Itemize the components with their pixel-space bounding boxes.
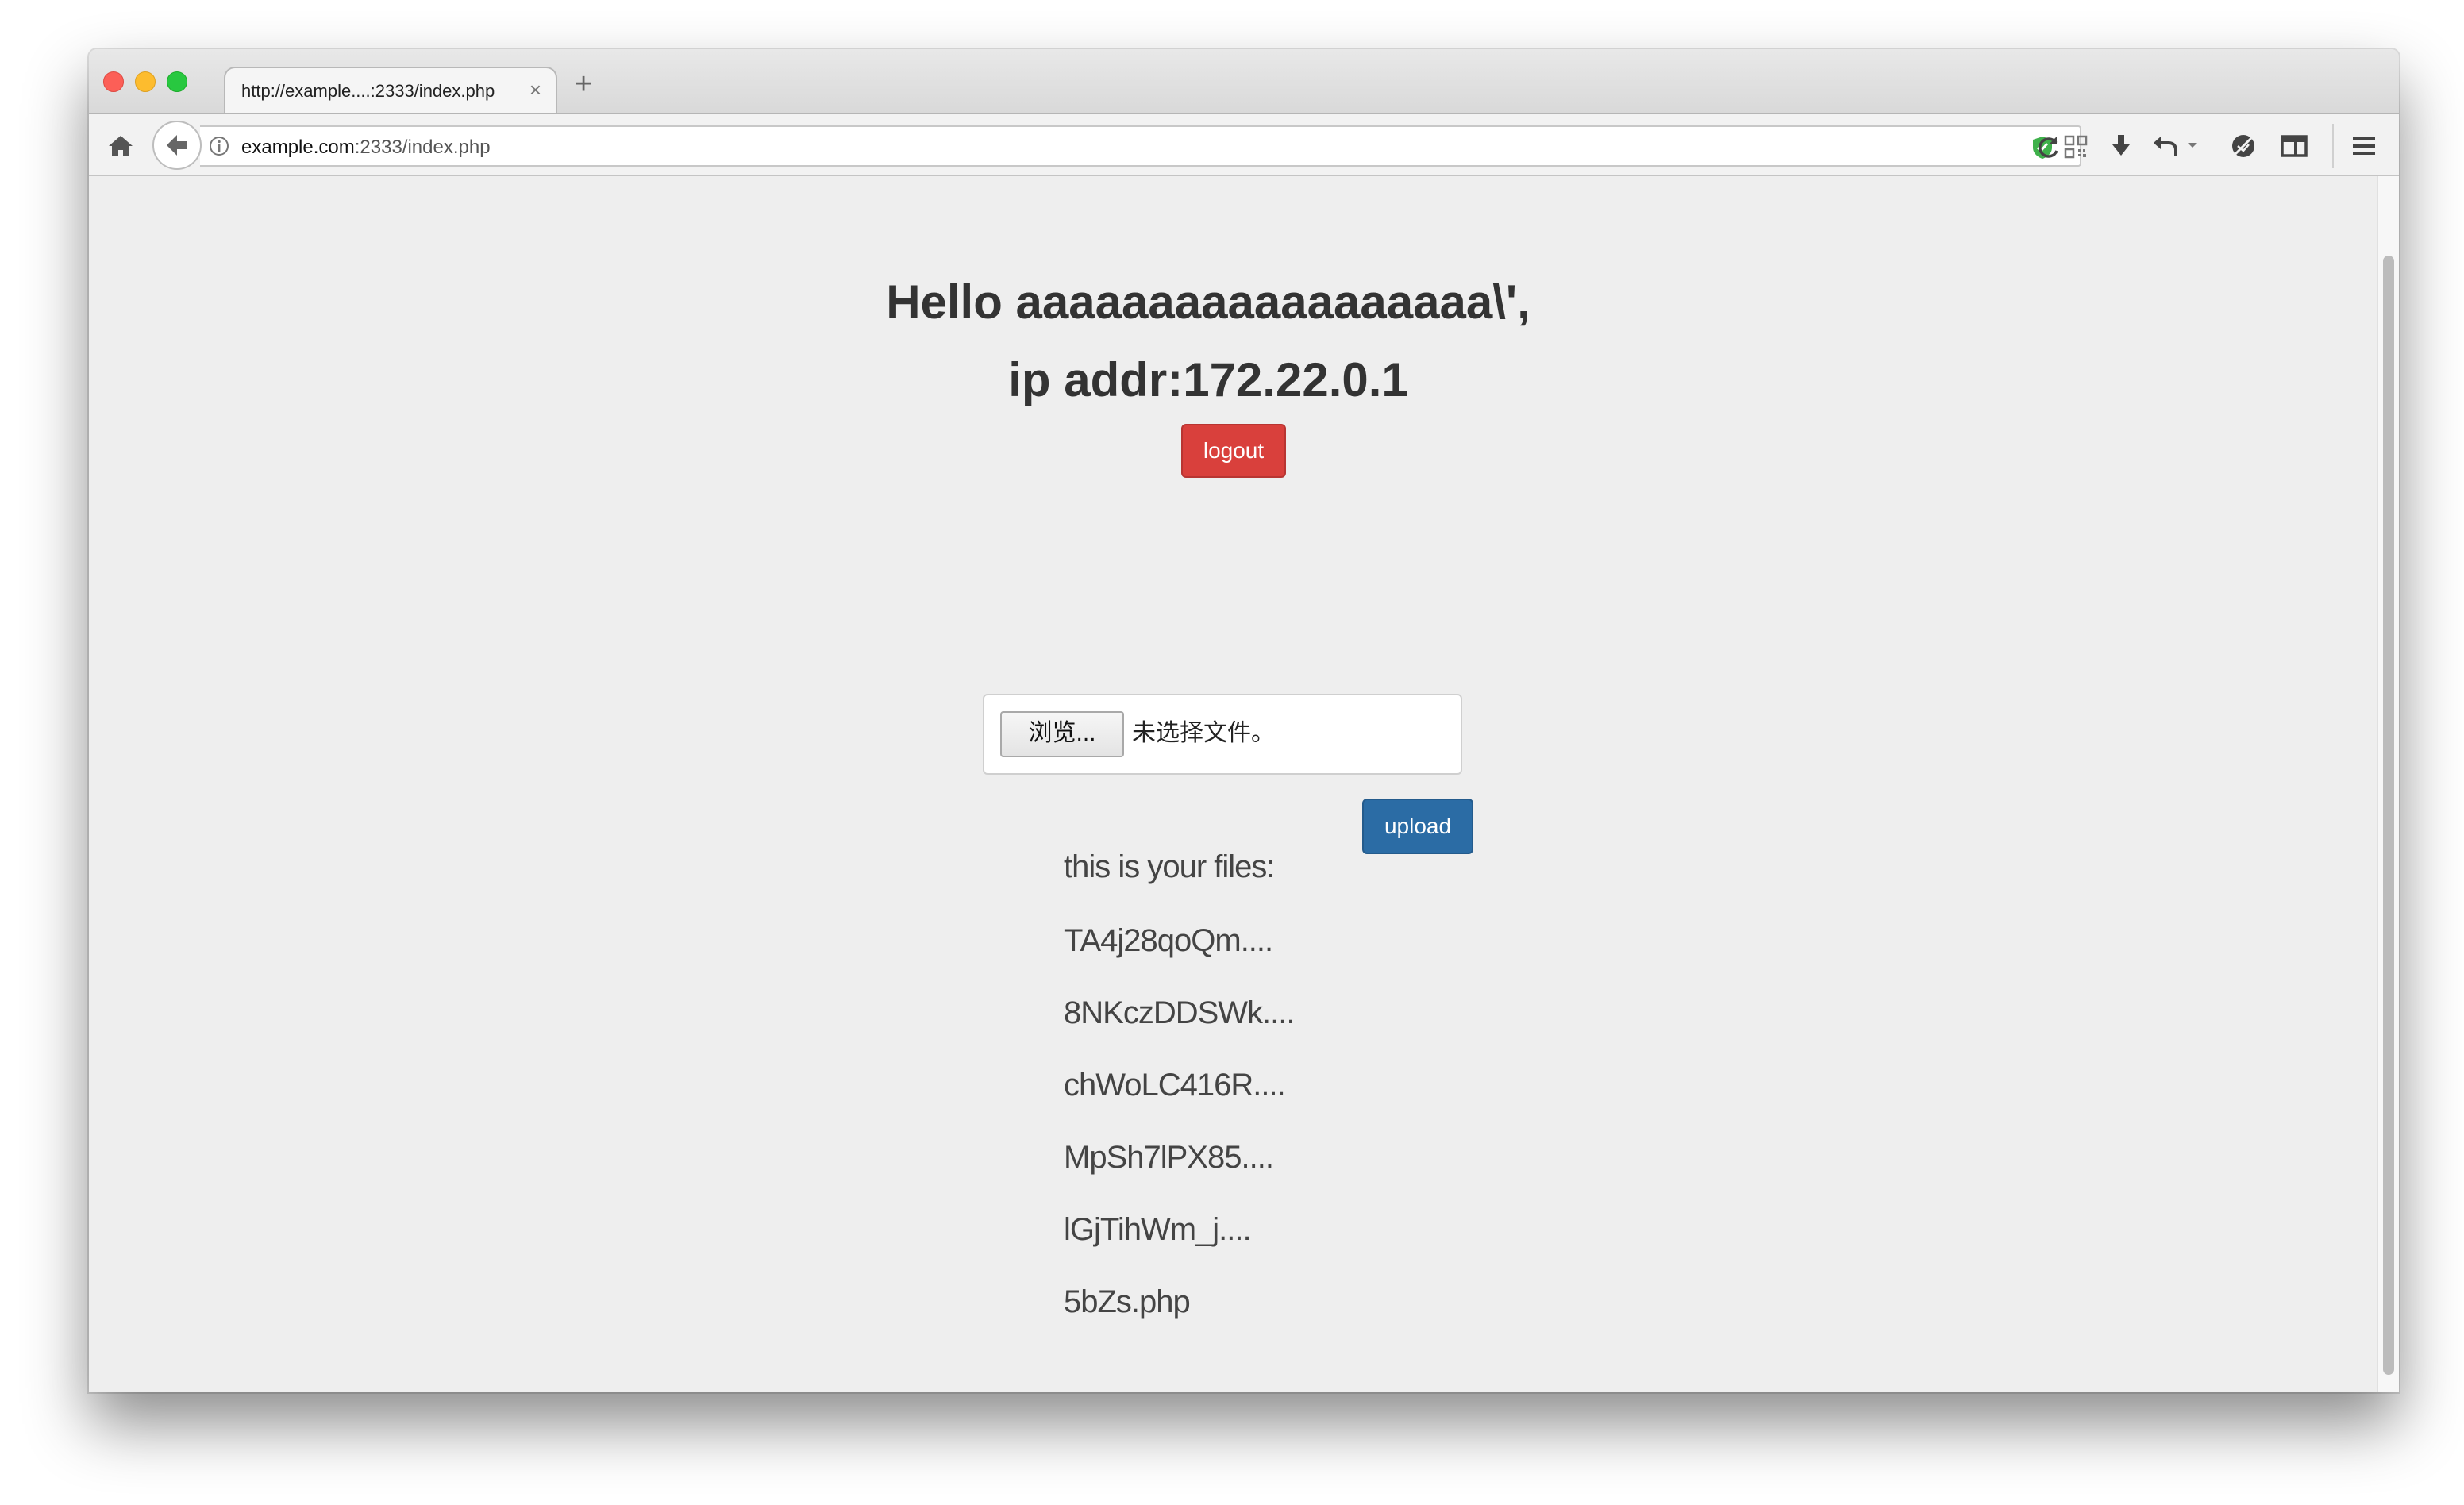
tab-close-icon[interactable]: × [529, 78, 541, 102]
list-item: MpSh7lPX85.... [1064, 1140, 1274, 1175]
page-content: Hello aaaaaaaaaaaaaaaaaa\', ip addr:172.… [89, 176, 2399, 1392]
home-icon[interactable] [105, 130, 137, 162]
navigation-toolbar: example.com:2333/index.php [89, 113, 2399, 176]
undo-icon[interactable] [2150, 130, 2181, 162]
file-list: TA4j28qoQm.... 8NKczDDSWk.... chWoLC416R… [1064, 921, 1295, 1354]
chevron-down-icon[interactable] [2185, 130, 2200, 162]
list-item: TA4j28qoQm.... [1064, 923, 1273, 958]
ip-address-line: ip addr:172.22.0.1 [1008, 353, 1408, 406]
list-item: 5bZs.php [1064, 1284, 1191, 1319]
browser-window: http://example....:2333/index.php × + ex… [89, 49, 2399, 1392]
download-icon[interactable] [2105, 130, 2137, 162]
hamburger-menu-icon[interactable] [2348, 130, 2380, 162]
scrollbar-thumb[interactable] [2383, 256, 2394, 1375]
tab-active[interactable]: http://example....:2333/index.php × [224, 67, 557, 113]
list-item: lGjTihWm_j.... [1064, 1212, 1252, 1247]
arrow-left-icon [167, 135, 187, 156]
sidebar-icon[interactable] [2278, 130, 2310, 162]
toolbar-divider [2332, 124, 2334, 168]
logout-button[interactable]: logout [1181, 424, 1286, 478]
new-tab-button[interactable]: + [575, 68, 592, 100]
back-button[interactable] [152, 121, 202, 170]
qr-code-icon[interactable] [2064, 135, 2088, 159]
reload-icon[interactable] [2032, 132, 2064, 164]
tab-title: http://example....:2333/index.php [241, 81, 495, 101]
url-bar[interactable]: example.com:2333/index.php [200, 125, 2088, 167]
url-host: example.com [241, 137, 355, 158]
pocket-icon[interactable] [2227, 130, 2259, 162]
browse-button[interactable]: 浏览... [1000, 711, 1124, 757]
close-window-button[interactable] [103, 71, 124, 92]
info-icon[interactable] [208, 135, 230, 157]
upload-button[interactable]: upload [1362, 799, 1473, 854]
list-item: chWoLC416R.... [1064, 1068, 1286, 1103]
zoom-window-button[interactable] [167, 71, 187, 92]
greeting-heading: Hello aaaaaaaaaaaaaaaaaa\', ip addr:172.… [89, 264, 2327, 419]
file-input[interactable]: 浏览... 未选择文件。 [983, 694, 1462, 775]
files-heading: this is your files: [1064, 849, 1276, 884]
greeting-line: Hello aaaaaaaaaaaaaaaaaa\', [886, 275, 1530, 329]
file-status-text: 未选择文件。 [1132, 720, 1275, 746]
url-text[interactable]: example.com:2333/index.php [241, 137, 491, 159]
minimize-window-button[interactable] [135, 71, 156, 92]
url-path: :2333/index.php [354, 137, 491, 158]
tab-bar: http://example....:2333/index.php × + [89, 49, 2399, 113]
vertical-scrollbar[interactable] [2377, 176, 2399, 1392]
list-item: 8NKczDDSWk.... [1064, 995, 1295, 1030]
